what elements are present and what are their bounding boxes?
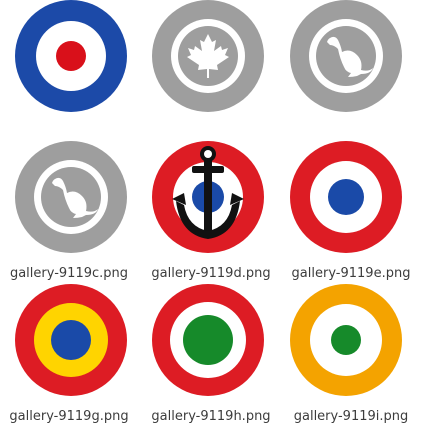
- roundel-red-white-green-icon: [152, 284, 264, 396]
- roundel-kangaroo-icon: [15, 141, 127, 253]
- image-gallery: gallery-9119c.png gallery-9119d.png gall…: [0, 0, 424, 430]
- roundel-anchor-icon: [152, 141, 264, 253]
- gallery-item-filename: gallery-9119h.png: [151, 409, 271, 424]
- roundel-kangaroo-icon: [290, 0, 402, 112]
- gallery-item-filename: gallery-9119g.png: [9, 409, 129, 424]
- gallery-item[interactable]: gallery-9119d.png: [142, 133, 280, 283]
- roundel-orange-white-green-icon: [290, 284, 402, 396]
- gallery-item-filename: gallery-9119i.png: [293, 409, 409, 424]
- gallery-item[interactable]: gallery-9119e.png: [282, 133, 420, 283]
- roundel-red-white-blue-icon: [15, 0, 127, 112]
- gallery-item[interactable]: gallery-9119i.png: [282, 276, 420, 426]
- roundel-red-white-blue-icon: [290, 141, 402, 253]
- gallery-item[interactable]: gallery-9119g.png: [0, 276, 138, 426]
- gallery-item[interactable]: [282, 0, 420, 142]
- gallery-item[interactable]: [142, 0, 280, 142]
- gallery-item[interactable]: gallery-9119c.png: [0, 133, 138, 283]
- roundel-maple-leaf-icon: [152, 0, 264, 112]
- gallery-item[interactable]: gallery-9119h.png: [142, 276, 280, 426]
- roundel-red-yellow-blue-icon: [15, 284, 127, 396]
- gallery-item[interactable]: [0, 0, 138, 142]
